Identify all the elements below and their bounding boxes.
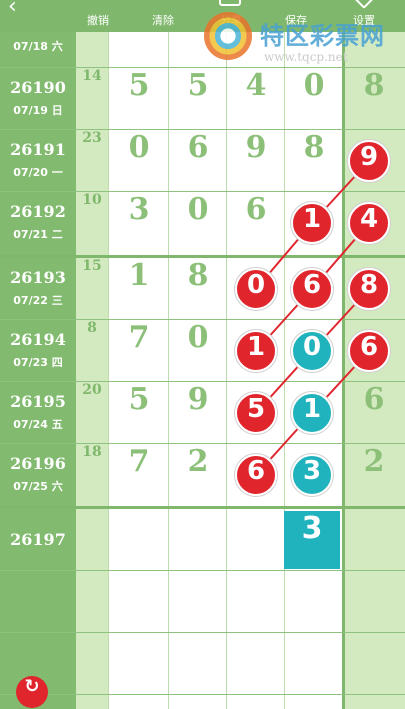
highlight-ball: 3 — [291, 454, 333, 496]
highlight-ball: 9 — [348, 140, 390, 182]
undo-icon — [86, 0, 108, 6]
back-icon[interactable]: ‹ — [8, 0, 36, 19]
highlight-ball: 1 — [291, 392, 333, 434]
save-icon — [284, 0, 306, 6]
highlight-ball: 6 — [291, 268, 333, 310]
site-logo-icon — [204, 12, 252, 60]
clear-button[interactable]: 清除 — [133, 0, 193, 32]
settings-icon — [354, 0, 374, 9]
undo-button[interactable]: 撤销 — [68, 0, 128, 32]
predicted-cell[interactable]: 3 — [284, 511, 340, 569]
highlight-ball: 6 — [348, 330, 390, 372]
watermark: 特区彩票网 www.tqcp.net — [204, 12, 404, 72]
refresh-button[interactable]: ↻ — [16, 676, 48, 708]
highlight-ball: 1 — [235, 330, 277, 372]
highlight-ball: 4 — [348, 202, 390, 244]
clear-label: 清除 — [152, 14, 174, 27]
highlight-ball: 6 — [235, 454, 277, 496]
trend-grid: 26189 07/18 六 20 9 5 6 0 6 26190 07/19 日… — [0, 0, 405, 709]
watermark-name: 特区彩票网 — [260, 22, 385, 50]
highlight-ball: 1 — [291, 202, 333, 244]
highlight-ball: 0 — [291, 330, 333, 372]
undo-label: 撤销 — [87, 14, 109, 27]
watermark-url: www.tqcp.net — [264, 50, 348, 64]
clear-icon — [151, 0, 173, 6]
highlight-ball: 8 — [348, 268, 390, 310]
highlight-ball: 0 — [235, 268, 277, 310]
trend-lines — [255, 160, 370, 476]
share-icon — [219, 0, 241, 6]
highlight-ball: 5 — [235, 392, 277, 434]
